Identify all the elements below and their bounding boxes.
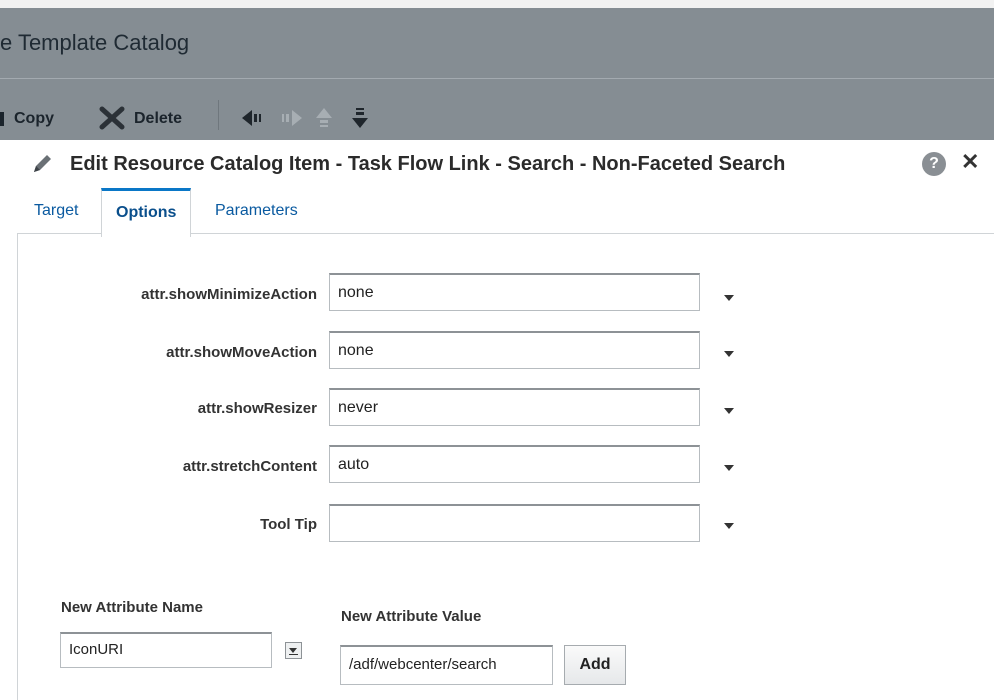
new-attribute-value-label: New Attribute Value [341,608,482,625]
copy-label: Copy [14,110,54,127]
chevron-down-icon [289,648,297,653]
attribute-select-button[interactable] [285,642,302,659]
option-combobox[interactable]: auto [329,445,700,483]
option-label: Tool Tip [260,516,317,533]
option-label: attr.showResizer [197,400,317,417]
chevron-down-icon[interactable] [724,465,734,471]
tab-parameters[interactable]: Parameters [215,188,298,233]
close-icon[interactable]: ✕ [961,149,979,175]
title-separator [0,78,994,79]
chevron-down-icon[interactable] [724,408,734,414]
new-attribute-value-input[interactable]: /adf/webcenter/search [340,645,553,685]
move-left-icon[interactable] [242,108,264,130]
tab-options[interactable]: Options [101,188,192,237]
option-combobox[interactable]: none [329,331,700,369]
help-icon[interactable]: ? [922,152,946,176]
dialog-title: Edit Resource Catalog Item - Task Flow L… [70,153,786,175]
edit-dialog: Edit Resource Catalog Item - Task Flow L… [0,140,994,700]
option-label: attr.showMinimizeAction [141,286,317,303]
underline-icon [289,654,298,655]
delete-label: Delete [134,110,183,127]
page-title: e Template Catalog [0,30,190,55]
toolbar-divider [218,100,219,130]
pencil-icon [30,152,54,181]
top-bar [0,0,994,8]
option-label: attr.stretchContent [182,458,317,475]
new-attribute-name-label: New Attribute Name [61,599,203,616]
add-button[interactable]: Add [564,645,626,685]
new-attribute-name-input[interactable]: IconURI [60,632,272,668]
dialog-header: Edit Resource Catalog Item - Task Flow L… [0,140,994,188]
chevron-down-icon[interactable] [724,351,734,357]
delete-icon [98,106,126,135]
option-combobox[interactable]: none [329,273,700,311]
chevron-down-icon[interactable] [724,523,734,529]
option-label: attr.showMoveAction [166,344,317,361]
move-up-icon[interactable] [314,108,336,130]
tooltip-combobox[interactable] [329,504,700,542]
option-combobox[interactable]: never [329,388,700,426]
tab-target[interactable]: Target [34,188,78,233]
chevron-down-icon[interactable] [724,295,734,301]
move-right-icon[interactable] [278,108,302,130]
move-down-icon[interactable] [350,108,372,130]
copy-icon [0,112,4,126]
